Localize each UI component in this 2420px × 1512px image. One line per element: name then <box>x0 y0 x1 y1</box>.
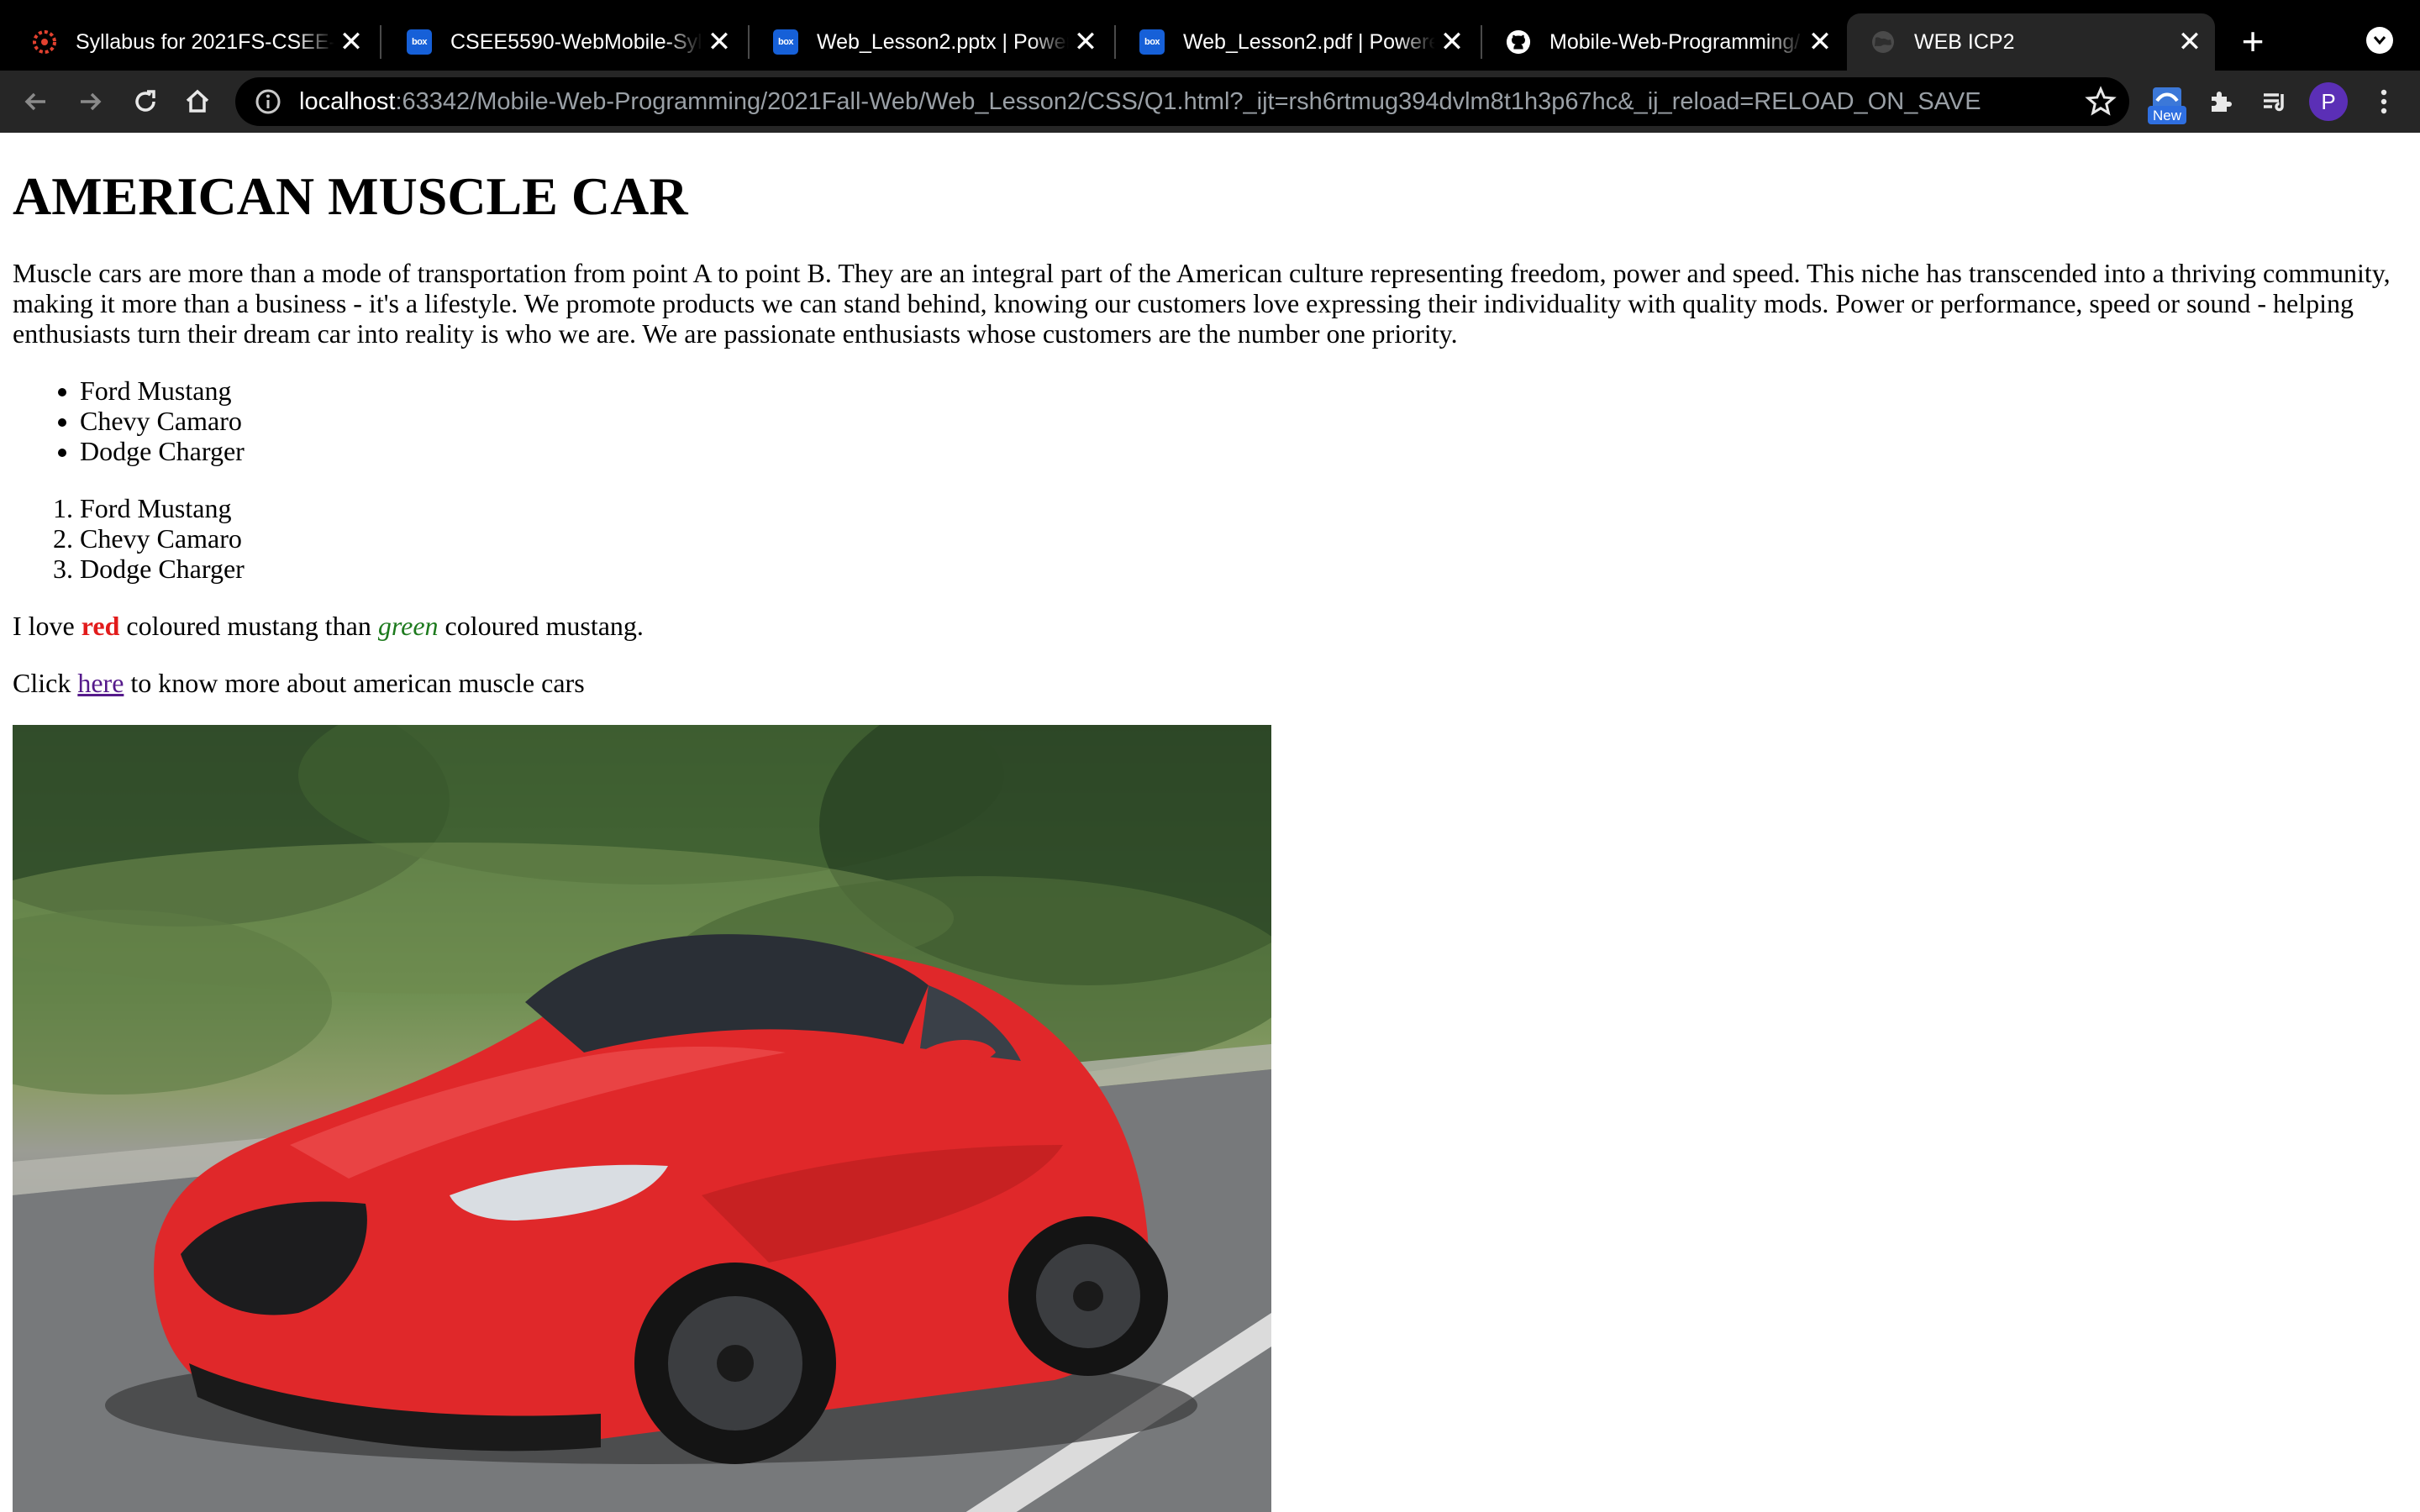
reload-icon <box>135 90 155 112</box>
info-icon[interactable] <box>254 87 282 116</box>
close-icon[interactable]: ✕ <box>1069 25 1102 59</box>
browser-toolbar: localhost:63342/Mobile-Web-Programming/2… <box>0 71 2420 133</box>
extension-icon: New <box>2148 87 2186 124</box>
back-button[interactable] <box>15 81 57 123</box>
box-icon: box <box>1139 29 1165 55</box>
close-icon[interactable]: ✕ <box>334 25 368 59</box>
reading-list-button[interactable] <box>2254 81 2296 123</box>
sentence-text: to know more about american muscle cars <box>124 668 585 698</box>
home-icon <box>186 89 209 113</box>
forward-button[interactable] <box>69 81 111 123</box>
box-icon: box <box>773 29 798 55</box>
media-queue-icon <box>2264 93 2284 112</box>
arrow-right-icon <box>81 92 102 111</box>
close-icon[interactable]: ✕ <box>1803 25 1837 59</box>
address-bar[interactable]: localhost:63342/Mobile-Web-Programming/2… <box>235 77 2129 126</box>
link-sentence: Click here to know more about american m… <box>13 668 2407 698</box>
sentence-text: coloured mustang. <box>438 611 644 641</box>
arrow-left-icon <box>24 92 45 111</box>
intro-paragraph: Muscle cars are more than a mode of tran… <box>13 258 2391 349</box>
list-item: Ford Mustang <box>80 493 2407 523</box>
tab-search-button[interactable] <box>2366 27 2393 54</box>
close-icon[interactable]: ✕ <box>2173 25 2207 59</box>
reload-button[interactable] <box>124 81 166 123</box>
green-word: green <box>377 611 439 641</box>
sentence-text: Click <box>13 668 78 698</box>
puzzle-icon <box>2212 92 2232 112</box>
globe-icon <box>1870 29 1896 55</box>
unordered-car-list: Ford Mustang Chevy Camaro Dodge Charger <box>13 375 2407 466</box>
tab-title: WEB ICP2 <box>1914 29 2015 54</box>
sentence-text: coloured mustang than <box>119 611 378 641</box>
home-button[interactable] <box>176 81 218 123</box>
tab-syllabus-box[interactable]: box CSEE5590-WebMobile-Syll ✕ <box>383 13 744 71</box>
close-icon[interactable]: ✕ <box>702 25 736 59</box>
page-title: AMERICAN MUSCLE CAR <box>13 166 688 226</box>
close-icon[interactable]: ✕ <box>1435 25 1469 59</box>
kebab-menu-icon <box>2381 89 2387 114</box>
list-item: Dodge Charger <box>80 554 2407 584</box>
svg-text:New: New <box>2153 108 2182 123</box>
list-item: Chevy Camaro <box>80 523 2407 554</box>
tab-title: Web_Lesson2.pptx | Power <box>817 29 1069 54</box>
extension-new-button[interactable]: New <box>2146 86 2188 126</box>
red-word: red <box>81 611 120 641</box>
here-link[interactable]: here <box>77 668 124 698</box>
sentence-text: I love <box>13 611 82 641</box>
github-icon <box>1506 29 1531 55</box>
extensions-button[interactable] <box>2200 81 2242 123</box>
list-item: Ford Mustang <box>80 375 2407 406</box>
avatar[interactable]: P <box>2309 82 2348 121</box>
tab-lesson-pptx[interactable]: box Web_Lesson2.pptx | Power ✕ <box>750 13 1111 71</box>
chevron-down-icon <box>2373 36 2386 45</box>
tab-title: Mobile-Web-Programming/ <box>1549 29 1801 54</box>
url-host: localhost <box>299 87 396 115</box>
bookmark-star-icon[interactable] <box>2084 85 2118 118</box>
tab-divider <box>380 25 381 59</box>
tab-lesson-pdf[interactable]: box Web_Lesson2.pdf | Powere ✕ <box>1116 13 1477 71</box>
menu-button[interactable] <box>2363 81 2405 123</box>
list-item: Chevy Camaro <box>80 406 2407 436</box>
page-viewport: AMERICAN MUSCLE CAR Muscle cars are more… <box>0 133 2420 1512</box>
box-icon: box <box>407 29 432 55</box>
tab-strip: Syllabus for 2021FS-CSEE- ✕ box CSEE5590… <box>0 0 2420 71</box>
canvas-icon <box>32 29 57 55</box>
tab-syllabus[interactable]: Syllabus for 2021FS-CSEE- ✕ <box>8 13 376 71</box>
new-tab-button[interactable]: + <box>2232 19 2274 63</box>
tab-title: Syllabus for 2021FS-CSEE- <box>76 29 334 54</box>
url-path: :63342/Mobile-Web-Programming/2021Fall-W… <box>395 87 1981 115</box>
tab-web-icp2[interactable]: WEB ICP2 ✕ <box>1847 13 2215 71</box>
tab-github[interactable]: Mobile-Web-Programming/ ✕ <box>1482 13 1845 71</box>
ordered-car-list: Ford Mustang Chevy Camaro Dodge Charger <box>13 493 2407 584</box>
tab-title: CSEE5590-WebMobile-Syll <box>450 29 702 54</box>
list-item: Dodge Charger <box>80 436 2407 466</box>
mustang-photo <box>13 725 1271 1512</box>
tab-title: Web_Lesson2.pdf | Powere <box>1183 29 1435 54</box>
colour-sentence: I love red coloured mustang than green c… <box>13 611 2407 641</box>
